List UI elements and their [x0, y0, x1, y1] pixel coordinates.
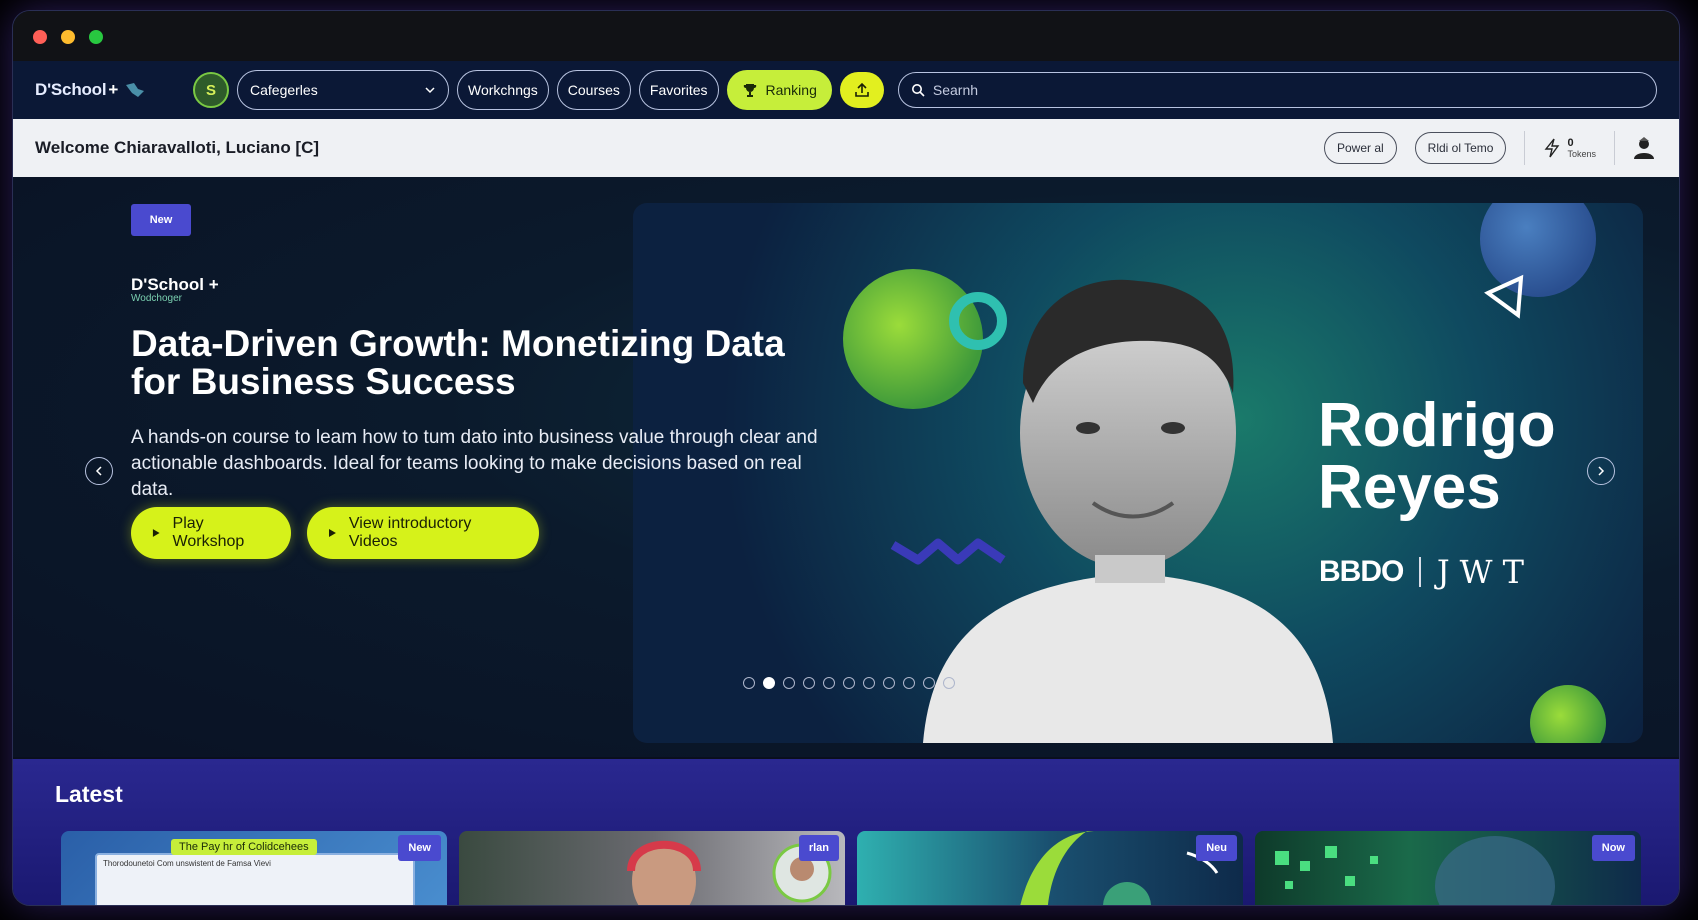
favorites-button[interactable]: Favorites [638, 70, 719, 110]
title-bar [13, 11, 1679, 61]
ranking-button[interactable]: Ranking [726, 70, 832, 110]
speaker-name: Rodrigo Reyes [1318, 395, 1556, 519]
carousel-dot[interactable] [743, 677, 755, 689]
user-avatar[interactable]: S [193, 72, 229, 108]
card-thumbnail: Thorodounetoi Com unswistent de Famsa Vi… [95, 853, 415, 905]
close-window-button[interactable] [33, 30, 47, 44]
speaker-last-name: Reyes [1318, 453, 1501, 522]
user-silhouette-icon [1634, 137, 1654, 159]
hero-carousel: New D'School + Wodchoger Data-Driven Gro… [13, 177, 1679, 757]
carousel-next-button[interactable] [1587, 457, 1615, 485]
card-subcaption: Thorodounetoi Com unswistent de Famsa Vi… [103, 859, 271, 868]
chevron-right-icon [1598, 466, 1605, 476]
card-caption: The Pay hr of Colidcehees [171, 839, 317, 855]
card-thumbnail [1275, 836, 1555, 905]
chevron-down-icon [425, 87, 435, 94]
latest-section: Latest Thorodounetoi Com unswistent de F… [13, 759, 1679, 905]
speaker-first-name: Rodrigo [1318, 391, 1556, 460]
tokens-count: 0 [1567, 136, 1574, 149]
view-videos-button[interactable]: View introductory Videos [307, 507, 539, 559]
carousel-dot[interactable] [883, 677, 895, 689]
jwt-logo: JWT [1436, 553, 1534, 591]
brand-logo[interactable]: D'School + [35, 80, 185, 100]
latest-title: Latest [55, 781, 123, 807]
power-button[interactable]: Power al [1323, 132, 1397, 164]
play-workshop-button[interactable]: Play Workshop [131, 507, 291, 559]
welcome-bar: Welcome Chiaravalloti, Luciano [C] Power… [13, 119, 1679, 177]
carousel-prev-button[interactable] [85, 457, 113, 485]
bbdo-logo: BBDO [1319, 555, 1404, 588]
carousel-dot[interactable] [863, 677, 875, 689]
agency-logos: BBDO JWT [1319, 553, 1534, 591]
tokens-label: Tokens [1567, 148, 1596, 159]
card-thumbnail [1020, 831, 1219, 905]
chevron-left-icon [95, 466, 102, 476]
play-icon [328, 529, 336, 537]
workshops-button[interactable]: Workchngs [457, 70, 549, 110]
latest-card[interactable]: Thorodounetoi Com unswistent de Famsa Vi… [61, 831, 447, 905]
card-tag: New [398, 835, 441, 861]
ranking-label: Ranking [765, 82, 817, 98]
new-badge: New [131, 204, 191, 236]
carousel-dot[interactable] [823, 677, 835, 689]
carousel-dot[interactable] [803, 677, 815, 689]
carousel-dot[interactable] [763, 677, 775, 689]
theme-button[interactable]: Rldi ol Temo [1414, 132, 1507, 164]
profile-menu[interactable] [1614, 131, 1657, 165]
carousel-pagination [743, 677, 955, 689]
search-input[interactable] [932, 82, 1644, 98]
view-videos-label: View introductory Videos [348, 515, 472, 550]
hero-title: Data-Driven Growth: Monetizing Data for … [131, 323, 785, 402]
brand-name: D'School [35, 80, 107, 99]
card-tag: rlan [798, 835, 839, 861]
hero-brand-name: D'School + [131, 275, 219, 294]
upload-button[interactable] [839, 72, 884, 108]
carousel-dot[interactable] [903, 677, 915, 689]
logo-divider [1419, 557, 1421, 587]
latest-card[interactable]: rlan [459, 831, 845, 905]
search-bar[interactable] [897, 72, 1657, 108]
card-tag: Neu [1196, 835, 1237, 861]
brand-plus: + [108, 80, 119, 99]
carousel-dot[interactable] [843, 677, 855, 689]
leaf-icon [126, 83, 145, 97]
categories-dropdown[interactable]: Cafegerles [237, 70, 449, 110]
latest-card[interactable]: Neu [857, 831, 1243, 905]
browser-window: D'School + S Cafegerles Workchngs Course… [12, 10, 1680, 906]
lightning-icon [1545, 138, 1560, 158]
search-icon [911, 84, 925, 97]
courses-button[interactable]: Courses [556, 70, 631, 110]
card-tag: Now [1591, 835, 1635, 861]
carousel-dot[interactable] [943, 677, 955, 689]
latest-card[interactable]: Now [1255, 831, 1641, 905]
carousel-dot[interactable] [923, 677, 935, 689]
play-workshop-label: Play Workshop [172, 515, 245, 550]
top-navbar: D'School + S Cafegerles Workchngs Course… [13, 61, 1679, 119]
card-thumbnail [627, 840, 832, 905]
maximize-window-button[interactable] [89, 30, 103, 44]
carousel-dot[interactable] [783, 677, 795, 689]
welcome-text: Welcome Chiaravalloti, Luciano [C] [35, 138, 320, 157]
hero-brand-logo: D'School + Wodchoger [131, 275, 219, 304]
categories-label: Cafegerles [250, 82, 318, 98]
hero-description: A hands-on course to leam how to tum dat… [131, 427, 818, 500]
trophy-icon [743, 84, 756, 97]
minimize-window-button[interactable] [61, 30, 75, 44]
upload-icon [855, 82, 869, 97]
play-icon [152, 529, 160, 537]
tokens-counter[interactable]: 0 Tokens [1524, 131, 1596, 165]
